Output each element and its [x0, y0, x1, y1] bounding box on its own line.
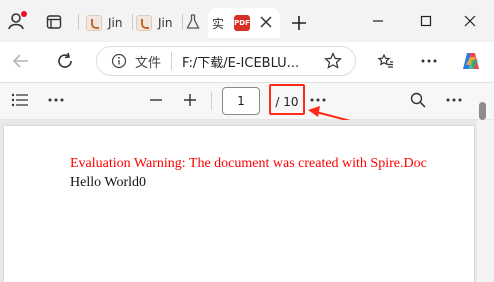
minimize-icon[interactable]	[364, 10, 392, 32]
refresh-icon[interactable]	[54, 50, 76, 72]
profile-avatar-icon[interactable]	[6, 10, 28, 32]
tab-separator	[182, 14, 183, 30]
tab-label: Jin	[108, 16, 123, 30]
zoom-in-icon[interactable]	[180, 90, 200, 110]
document-body-text: Hello World0	[70, 175, 146, 190]
favorite-star-icon[interactable]	[322, 50, 344, 72]
pdf-menu-more-icon[interactable]	[444, 90, 464, 110]
back-icon[interactable]	[10, 50, 32, 72]
copilot-icon[interactable]	[460, 50, 482, 72]
site-label: 文件	[135, 55, 162, 71]
pdf-favicon-icon: PDF	[234, 15, 250, 31]
tab-label: 实	[212, 16, 225, 31]
tab-separator	[132, 14, 133, 30]
contents-list-icon[interactable]	[10, 90, 30, 110]
tab-actions-icon[interactable]	[44, 12, 64, 32]
url-text[interactable]: F:/下载/E-ICEBLU...	[182, 52, 299, 71]
address-separator	[171, 52, 173, 70]
new-tab-plus-icon[interactable]	[288, 12, 310, 34]
scrollbar-track[interactable]	[477, 120, 494, 282]
tab-jin-1[interactable]: Jin	[86, 8, 130, 38]
more-icon[interactable]	[418, 50, 440, 72]
evaluation-warning-text: Evaluation Warning: The document was cre…	[70, 156, 427, 171]
toolbar-more-icon[interactable]	[46, 90, 66, 110]
scrollbar-thumb[interactable]	[479, 102, 486, 120]
pdf-page	[4, 126, 474, 282]
toolbar-divider	[211, 92, 212, 110]
close-icon[interactable]	[258, 14, 274, 33]
address-bar[interactable]: 文件 F:/下载/E-ICEBLU...	[96, 46, 356, 76]
info-icon[interactable]	[111, 53, 127, 69]
collections-icon[interactable]	[374, 50, 396, 72]
tab-beaker[interactable]	[186, 8, 210, 38]
window-close-icon[interactable]	[456, 10, 484, 32]
page-number-input[interactable]: 1	[222, 87, 260, 115]
tab-favicon-icon	[86, 15, 102, 31]
beaker-icon	[186, 13, 200, 33]
zoom-out-icon[interactable]	[146, 90, 166, 110]
tab-favicon-icon	[136, 15, 152, 31]
tab-separator	[78, 14, 79, 30]
tab-jin-2[interactable]: Jin	[136, 8, 180, 38]
tab-label: Jin	[158, 16, 173, 30]
maximize-icon[interactable]	[412, 10, 440, 32]
tab-pdf-active[interactable]: 实 PDF	[208, 8, 280, 38]
